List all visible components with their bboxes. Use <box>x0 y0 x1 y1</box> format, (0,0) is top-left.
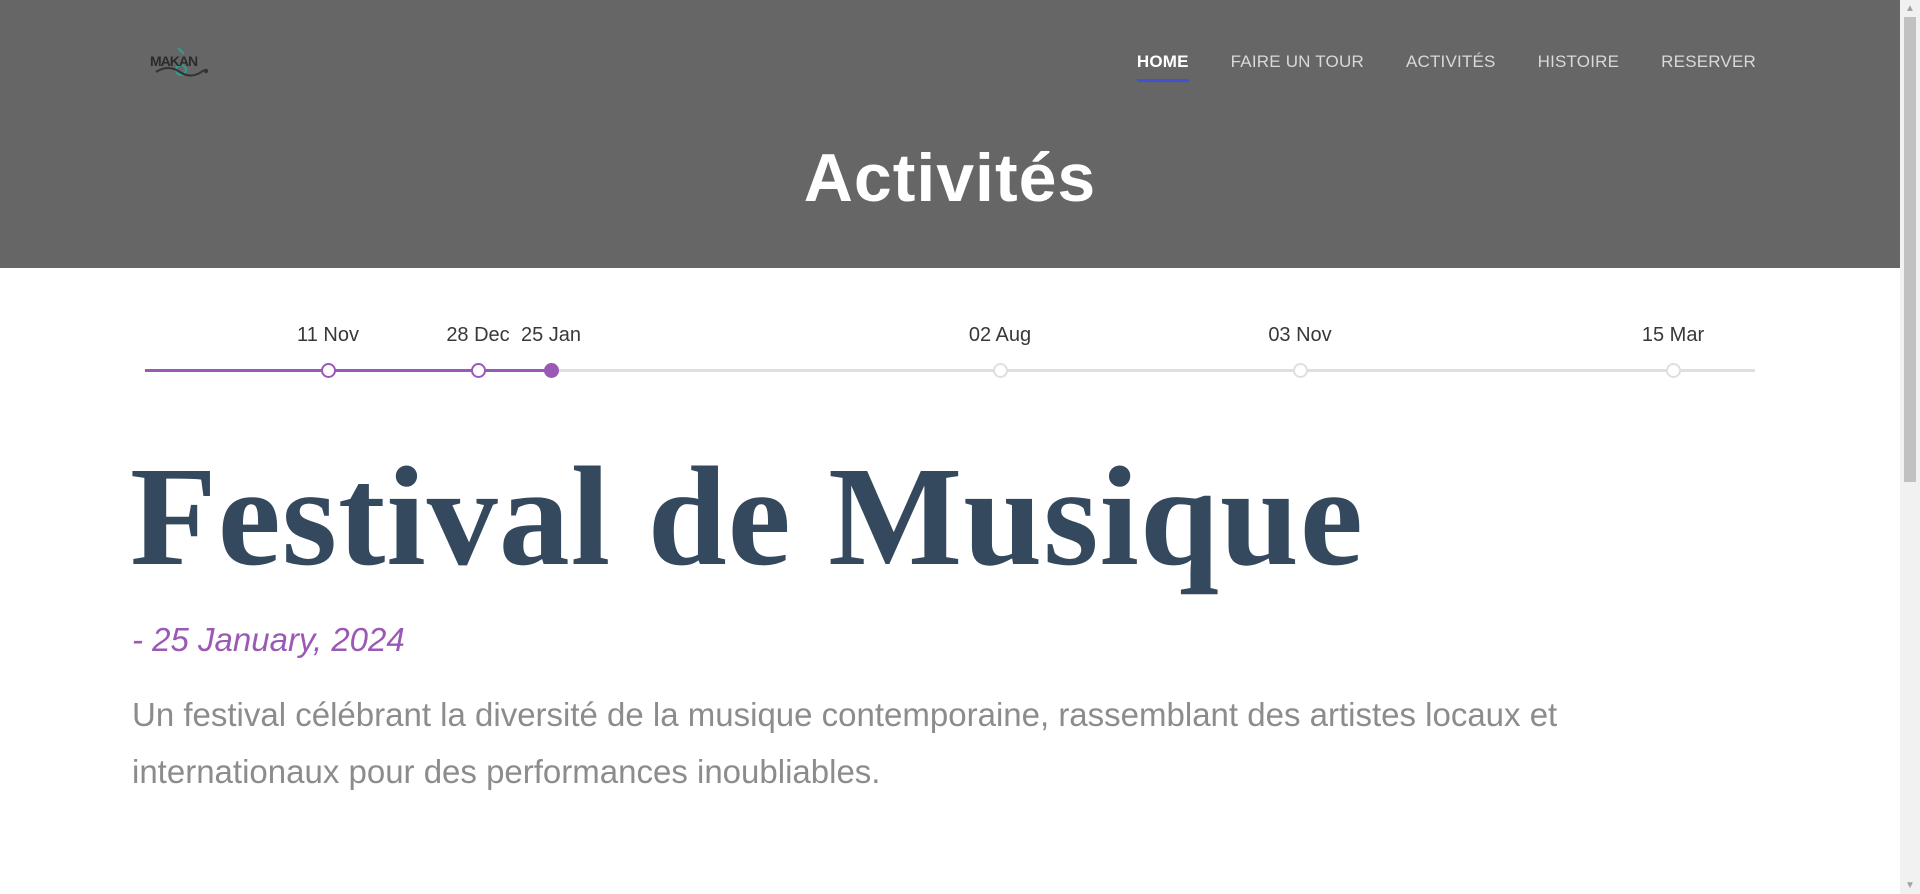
page: MAKAN HOME FAIRE UN TOUR ACTIVITÉS HISTO… <box>0 0 1920 894</box>
svg-text:MAKAN: MAKAN <box>150 53 198 69</box>
nav-reserver[interactable]: RESERVER <box>1640 50 1756 74</box>
event-description: Un festival célébrant la diversité de la… <box>132 696 1558 790</box>
nav-histoire[interactable]: HISTOIRE <box>1517 50 1641 74</box>
main-navigation: HOME FAIRE UN TOUR ACTIVITÉS HISTOIRE RE… <box>1116 50 1756 82</box>
timeline-dot[interactable] <box>471 363 486 378</box>
timeline-dot-selected[interactable] <box>544 363 559 378</box>
event-title: Festival de Musique <box>130 437 1364 595</box>
timeline-event-label[interactable]: 28 Dec <box>446 324 509 347</box>
timeline-event-label[interactable]: 15 Mar <box>1642 324 1704 347</box>
nav-activites[interactable]: ACTIVITÉS <box>1385 50 1517 74</box>
timeline-dot[interactable] <box>1666 363 1681 378</box>
nav-home[interactable]: HOME <box>1116 50 1210 82</box>
scrollbar-thumb[interactable] <box>1904 17 1916 482</box>
scroll-down-arrow-icon[interactable]: ▼ <box>1900 877 1920 894</box>
events-timeline: 11 Nov 28 Dec 25 Jan 02 Aug 03 Nov 15 Ma… <box>145 320 1755 380</box>
timeline-event-label[interactable]: 03 Nov <box>1268 324 1331 347</box>
timeline-dot[interactable] <box>1293 363 1308 378</box>
timeline-event-label[interactable]: 02 Aug <box>969 324 1031 347</box>
event-date: - 25 January, 2024 <box>132 621 405 658</box>
page-title: Activités <box>803 140 1097 216</box>
vertical-scrollbar[interactable]: ▲ ▼ <box>1900 0 1920 894</box>
scroll-up-arrow-icon[interactable]: ▲ <box>1900 0 1920 17</box>
timeline-dot[interactable] <box>993 363 1008 378</box>
nav-faire-un-tour[interactable]: FAIRE UN TOUR <box>1210 50 1385 74</box>
timeline-progress-fill <box>145 369 552 372</box>
timeline-event-label[interactable]: 25 Jan <box>521 324 581 347</box>
timeline-dot[interactable] <box>321 363 336 378</box>
site-logo[interactable]: MAKAN <box>148 44 212 78</box>
timeline-event-label[interactable]: 11 Nov <box>297 324 359 347</box>
page-header: MAKAN HOME FAIRE UN TOUR ACTIVITÉS HISTO… <box>0 0 1900 268</box>
